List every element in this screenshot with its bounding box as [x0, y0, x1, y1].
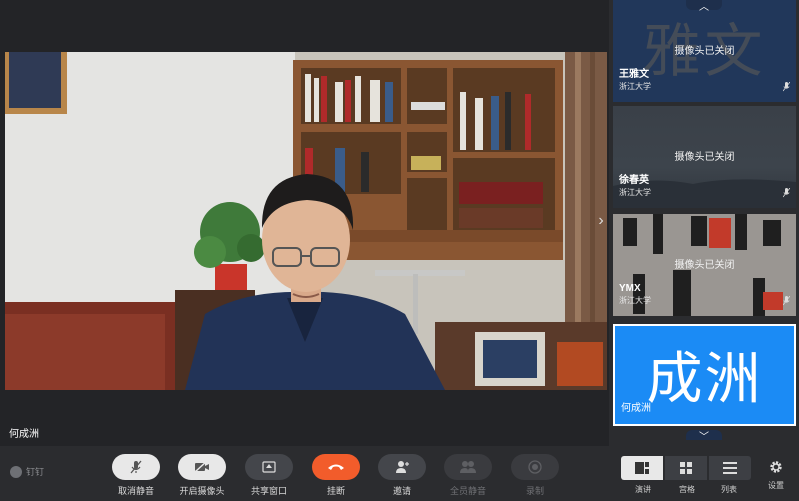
participant-org: 浙江大学: [619, 188, 651, 197]
share-window-button[interactable]: 共享窗口: [244, 454, 294, 497]
camera-on-label: 开启摄像头: [179, 486, 225, 496]
brand: 钉钉: [10, 465, 44, 478]
participant-tile-active-speaker[interactable]: 成洲 何成洲: [613, 324, 796, 426]
main-video-stage: 何成洲 ›: [0, 0, 609, 446]
share-screen-icon: [262, 461, 276, 473]
mute-all-button[interactable]: 全员静音: [443, 454, 493, 497]
unmute-label: 取消静音: [117, 486, 154, 496]
list-view-button[interactable]: [709, 456, 751, 480]
grid-view-icon: [680, 462, 692, 474]
speaker-name-label: 何成洲: [9, 429, 39, 440]
scroll-down-button[interactable]: ﹀: [686, 430, 722, 443]
unmute-button[interactable]: 取消静音: [111, 454, 161, 497]
settings-button[interactable]: 设置: [764, 460, 788, 491]
mic-muted-icon: [130, 460, 142, 474]
record-button[interactable]: 录制: [510, 454, 560, 497]
speaker-view-button[interactable]: [621, 456, 663, 480]
invite-label: 邀请: [392, 486, 411, 496]
hangup-icon: [328, 464, 344, 470]
participant-tile[interactable]: 雅文 摄像头已关闭 王雅文 浙江大学: [613, 0, 796, 102]
participant-name: 王雅文: [619, 69, 649, 80]
list-view-label: 列表: [721, 485, 737, 494]
gear-icon: [770, 461, 782, 473]
mic-muted-icon: [783, 296, 790, 306]
camera-off-label: 摄像头已关闭: [674, 152, 735, 163]
meeting-toolbar: 钉钉 取消静音 开启摄像头 共享窗口 挂断 邀请 全员静音 录制 演讲 宫格 列…: [0, 446, 799, 501]
camera-on-button[interactable]: 开启摄像头: [177, 454, 227, 497]
grid-view-label: 宫格: [679, 485, 695, 494]
scroll-up-button[interactable]: ︿: [686, 0, 722, 13]
participant-name: YMX: [619, 283, 641, 294]
speaker-video-frame: [5, 52, 607, 390]
brand-name: 钉钉: [26, 467, 45, 477]
speaker-video[interactable]: [5, 52, 607, 390]
grid-view-button[interactable]: [665, 456, 707, 480]
mute-all-icon: [460, 461, 476, 473]
record-icon: [528, 460, 542, 474]
mic-muted-icon: [783, 82, 790, 92]
participant-tile[interactable]: 摄像头已关闭 徐春英 浙江大学: [613, 106, 796, 208]
list-view-icon: [723, 462, 737, 474]
speaker-view-label: 演讲: [635, 485, 651, 494]
dingtalk-logo-icon: [10, 465, 22, 478]
hangup-button[interactable]: 挂断: [311, 454, 361, 497]
view-mode-switcher: [621, 456, 751, 480]
mute-all-label: 全员静音: [449, 486, 486, 496]
mic-muted-icon: [783, 188, 790, 198]
participant-org: 浙江大学: [619, 82, 651, 91]
hangup-label: 挂断: [326, 486, 345, 496]
camera-off-label: 摄像头已关闭: [674, 260, 735, 271]
participant-org: 浙江大学: [619, 296, 651, 305]
next-page-arrow[interactable]: ›: [594, 210, 608, 232]
participant-sidebar: 雅文 摄像头已关闭 王雅文 浙江大学 摄像头已关闭 徐春英 浙江大学 摄像头已关…: [609, 0, 799, 446]
record-label: 录制: [525, 486, 544, 496]
camera-off-icon: [194, 461, 209, 473]
settings-label: 设置: [768, 481, 784, 490]
participant-name: 徐春英: [619, 175, 649, 186]
camera-off-label: 摄像头已关闭: [674, 46, 735, 57]
invite-button[interactable]: 邀请: [377, 454, 427, 497]
share-window-label: 共享窗口: [250, 486, 287, 496]
speaker-view-icon: [635, 462, 649, 474]
participant-name: 何成洲: [621, 403, 651, 414]
invite-icon: [396, 461, 409, 473]
participant-tile[interactable]: 摄像头已关闭 YMX 浙江大学: [613, 214, 796, 316]
